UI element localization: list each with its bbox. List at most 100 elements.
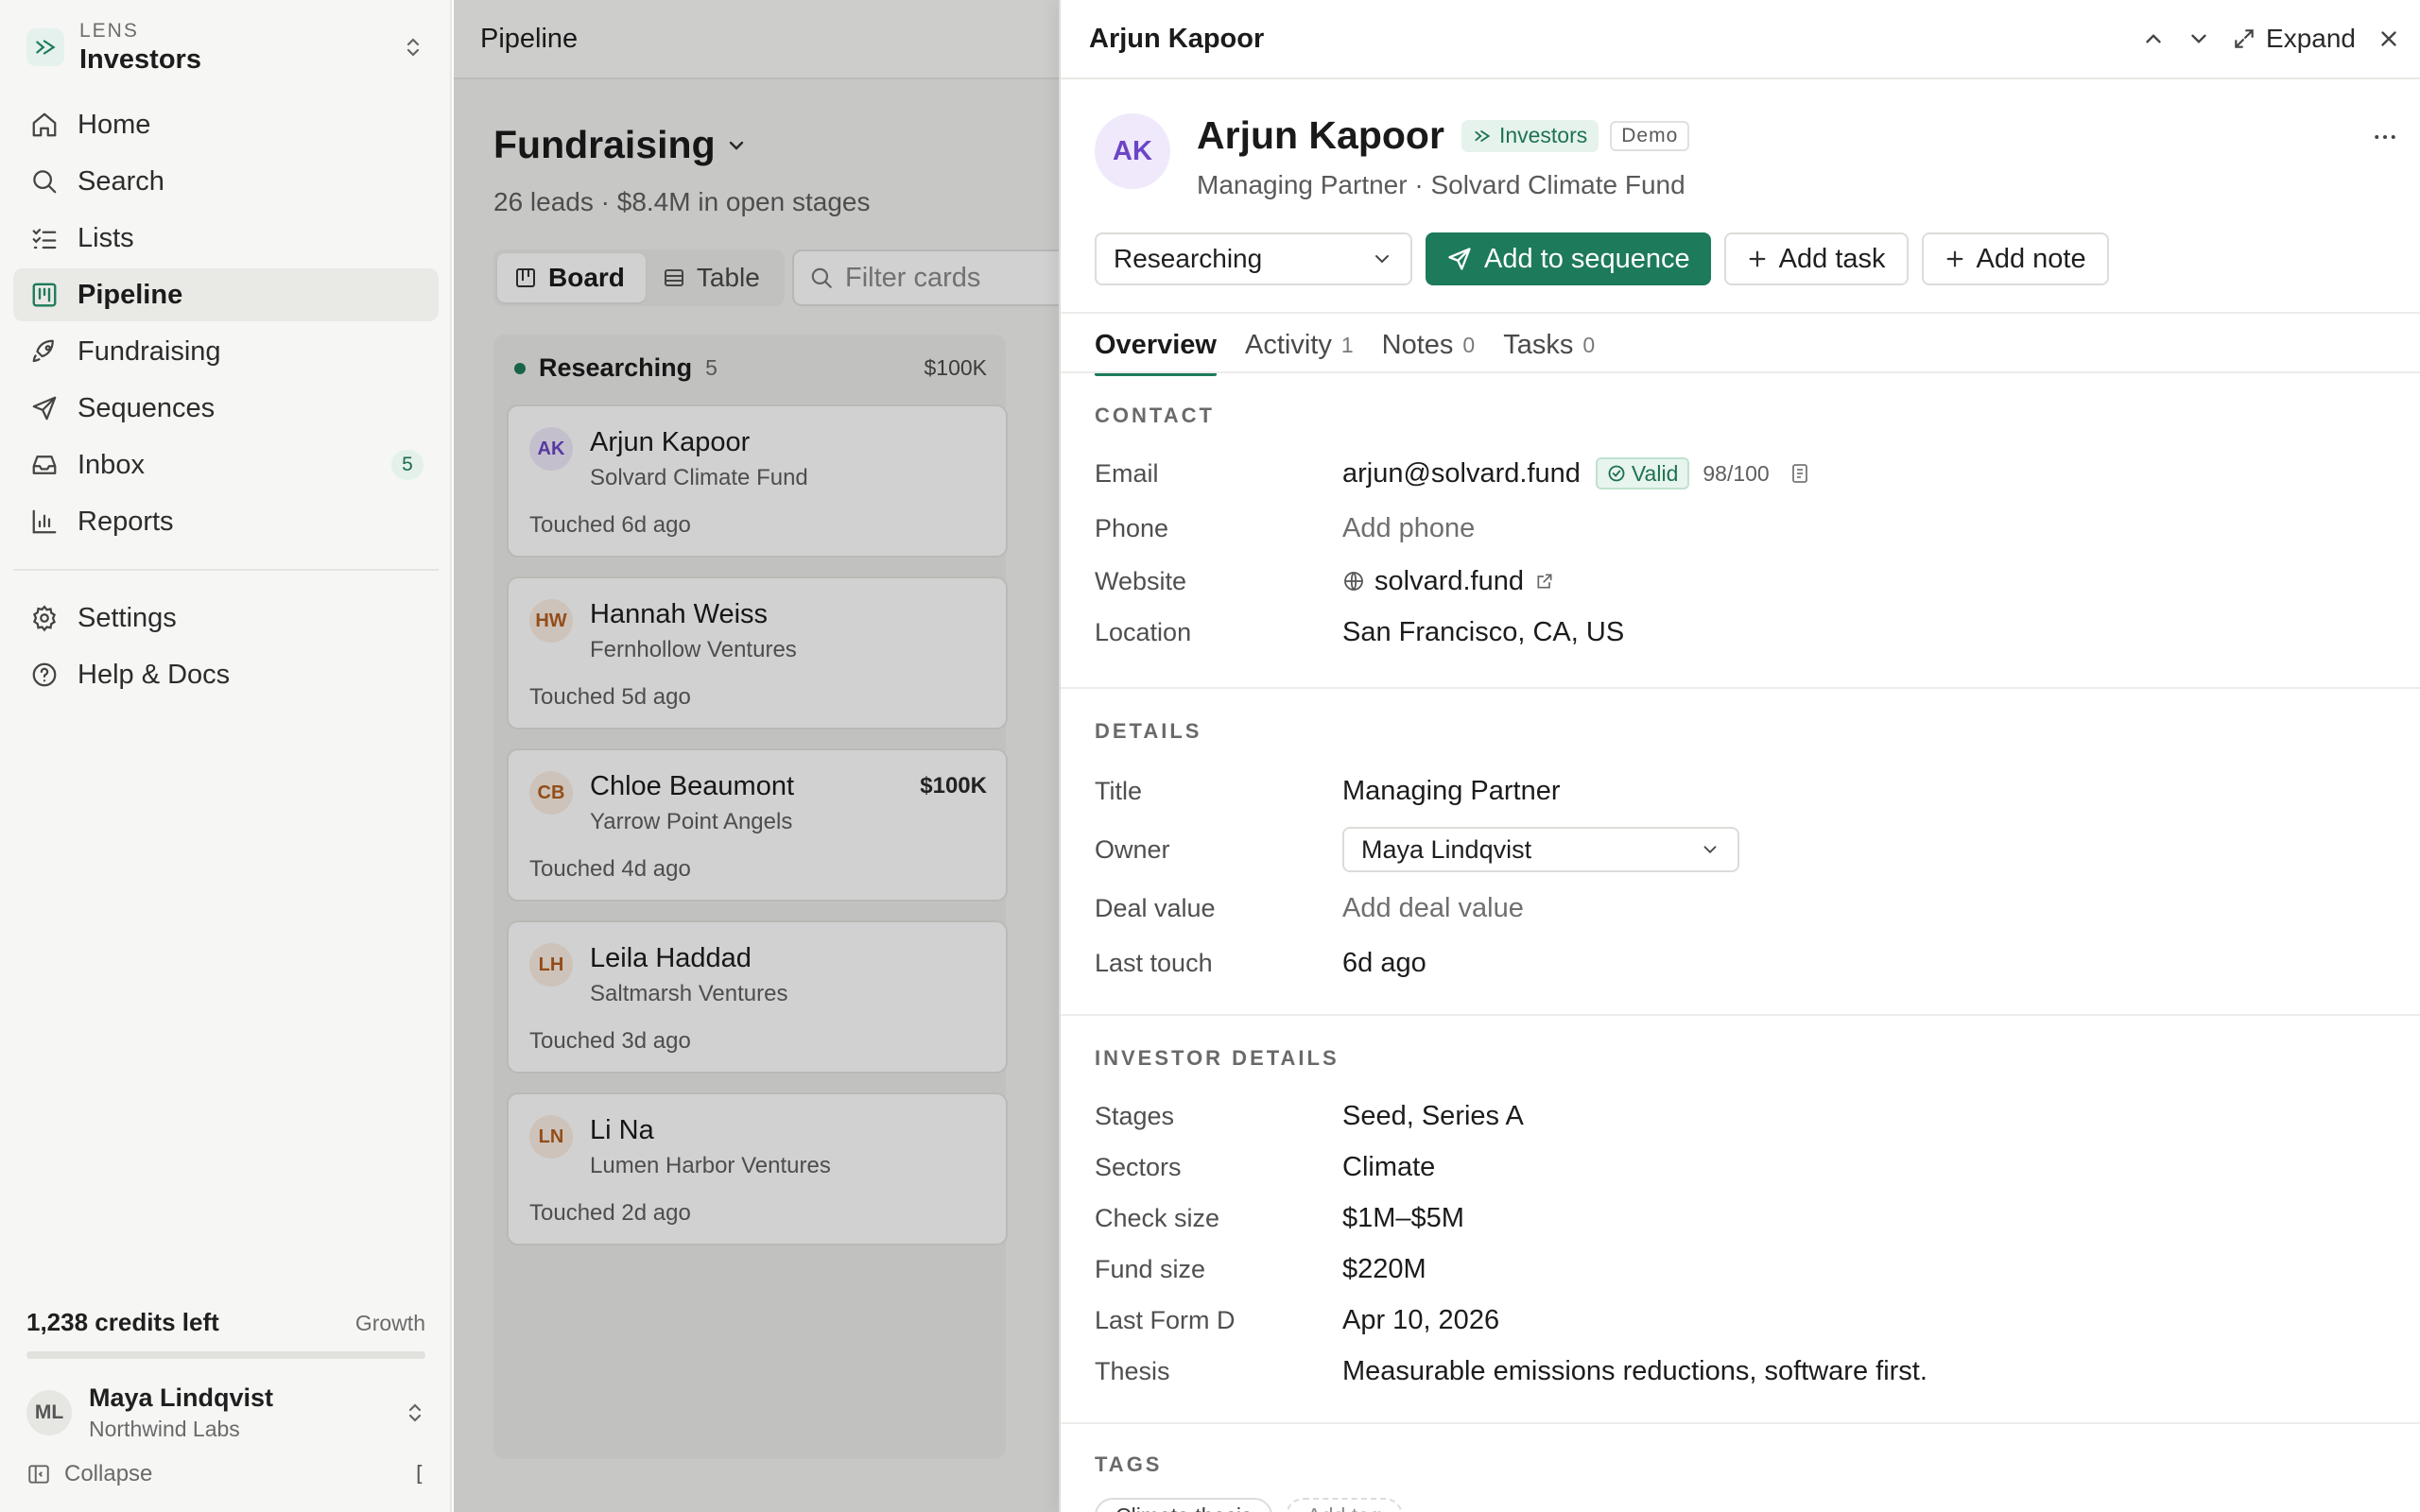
tab-overview[interactable]: Overview bbox=[1095, 316, 1217, 376]
tab-activity[interactable]: Activity 1 bbox=[1245, 316, 1354, 374]
add-task-button[interactable]: Add task bbox=[1723, 232, 1909, 285]
workspace-switcher[interactable]: LENS Investors bbox=[26, 13, 424, 81]
lens-logo-icon bbox=[26, 28, 64, 66]
tag-chip[interactable]: Climate thesis bbox=[1095, 1498, 1273, 1512]
last-touch-row: Last touch 6d ago bbox=[1095, 942, 2399, 984]
title-row: Title Managing Partner bbox=[1095, 770, 2399, 812]
button-label: Add note bbox=[1976, 243, 2086, 274]
email-row: Email arjun@solvard.fund Valid 98/100 bbox=[1095, 453, 2399, 494]
field-value: Apr 10, 2026 bbox=[1342, 1304, 1500, 1335]
sidebar-item-label: Search bbox=[78, 165, 164, 197]
tab-notes[interactable]: Notes 0 bbox=[1382, 316, 1476, 374]
plus-icon bbox=[1747, 249, 1768, 269]
tab-label: Tasks bbox=[1503, 329, 1574, 360]
sidebar-item-label: Sequences bbox=[78, 392, 216, 423]
sidebar-item-settings[interactable]: Settings bbox=[13, 592, 439, 644]
add-deal-value-button[interactable]: Add deal value bbox=[1342, 893, 1524, 924]
external-link-icon[interactable] bbox=[1535, 572, 1554, 591]
field-value: Climate bbox=[1342, 1151, 1436, 1182]
column-name: Researching bbox=[539, 353, 693, 382]
user-menu[interactable]: ML Maya Lindqvist Northwind Labs bbox=[26, 1380, 425, 1446]
card-last-touch: Touched 2d ago bbox=[529, 1200, 691, 1226]
list-chip-investors[interactable]: Investors bbox=[1461, 119, 1599, 152]
copy-icon[interactable] bbox=[1789, 461, 1811, 486]
collapse-sidebar-button[interactable]: Collapse [ bbox=[26, 1461, 425, 1487]
lead-actions: Researching Add to sequence Add task Add… bbox=[1095, 232, 2109, 285]
sidebar-item-sequences[interactable]: Sequences bbox=[13, 382, 439, 435]
panel-header: Arjun Kapoor Expand bbox=[1061, 0, 2420, 79]
tab-count: 1 bbox=[1340, 332, 1354, 357]
chevron-up-down-icon[interactable] bbox=[403, 35, 424, 60]
website-link[interactable]: solvard.fund bbox=[1374, 566, 1524, 597]
sidebar-item-lists[interactable]: Lists bbox=[13, 212, 439, 265]
search-icon bbox=[809, 266, 834, 290]
tab-tasks[interactable]: Tasks 0 bbox=[1503, 316, 1595, 374]
add-to-sequence-button[interactable]: Add to sequence bbox=[1426, 232, 1711, 285]
sidebar-item-label: Inbox bbox=[78, 449, 145, 480]
lead-card[interactable]: LH Leila Haddad Saltmarsh Ventures Touched … bbox=[507, 920, 1008, 1074]
tab-label: Table bbox=[696, 263, 760, 292]
collapse-shortcut: [ bbox=[412, 1462, 425, 1486]
more-options-icon[interactable] bbox=[2371, 123, 2399, 151]
add-phone-button[interactable]: Add phone bbox=[1342, 513, 1475, 544]
lead-card[interactable]: AK Arjun Kapoor Solvard Climate Fund Touche… bbox=[507, 404, 1008, 558]
field-label: Stages bbox=[1095, 1101, 1175, 1130]
avatar: CB bbox=[529, 771, 573, 815]
home-icon bbox=[28, 109, 60, 141]
field-value: Measurable emissions reductions, softwar… bbox=[1342, 1355, 1927, 1386]
previous-button[interactable] bbox=[2141, 26, 2166, 51]
sidebar-item-help[interactable]: Help & Docs bbox=[13, 648, 439, 701]
tab-board[interactable]: Board bbox=[497, 253, 646, 302]
card-org: Solvard Climate Fund bbox=[590, 465, 808, 490]
lead-card[interactable]: LN Li Na Lumen Harbor Ventures Touched 2d a… bbox=[507, 1092, 1008, 1246]
tag-list: Climate thesis Add tag bbox=[1095, 1498, 1416, 1512]
owner-select[interactable]: Maya Lindqvist bbox=[1342, 827, 1739, 872]
field-label: Location bbox=[1095, 617, 1192, 646]
workspace-kicker: LENS bbox=[79, 19, 139, 42]
section-title: INVESTOR DETAILS bbox=[1095, 1046, 1340, 1070]
add-note-button[interactable]: Add note bbox=[1921, 232, 2109, 285]
field-label: Last Form D bbox=[1095, 1305, 1236, 1334]
card-org: Yarrow Point Angels bbox=[590, 809, 793, 834]
list-icon bbox=[28, 222, 60, 254]
inbox-icon bbox=[28, 449, 60, 481]
lead-card[interactable]: HW Hannah Weiss Fernhollow Ventures Touched… bbox=[507, 576, 1008, 730]
stage-select[interactable]: Researching bbox=[1095, 232, 1412, 285]
sidebar-collapse-icon bbox=[26, 1462, 51, 1486]
add-tag-button[interactable]: Add tag bbox=[1286, 1498, 1403, 1512]
chevron-up-down-icon[interactable] bbox=[405, 1400, 425, 1425]
field-label: Phone bbox=[1095, 513, 1169, 542]
lead-card[interactable]: CB Chloe Beaumont Yarrow Point Angels Touch… bbox=[507, 748, 1008, 902]
card-name: Chloe Beaumont bbox=[590, 771, 795, 801]
lead-detail-panel: Arjun Kapoor Expand AK Arjun Kapoor Inve… bbox=[1059, 0, 2420, 1512]
avatar: LH bbox=[529, 943, 573, 987]
field-label: Sectors bbox=[1095, 1152, 1182, 1181]
next-button[interactable] bbox=[2187, 26, 2211, 51]
tab-label: Activity bbox=[1244, 329, 1332, 360]
bar-chart-icon bbox=[28, 506, 60, 538]
tab-table[interactable]: Table bbox=[646, 253, 781, 302]
sidebar-divider bbox=[13, 569, 439, 571]
chevron-down-icon bbox=[1700, 839, 1720, 860]
view-switcher: Board Table bbox=[493, 249, 785, 306]
sidebar-item-reports[interactable]: Reports bbox=[13, 495, 439, 548]
lead-name: Arjun Kapoor bbox=[1197, 113, 1444, 157]
sidebar-item-pipeline[interactable]: Pipeline bbox=[13, 268, 439, 321]
close-icon bbox=[2381, 31, 2396, 46]
avatar: ML bbox=[26, 1390, 72, 1435]
website-row: Website solvard.fund bbox=[1095, 560, 2399, 602]
close-button[interactable] bbox=[2377, 26, 2401, 51]
field-label: Last touch bbox=[1095, 948, 1213, 977]
card-amount: $100K bbox=[920, 773, 987, 799]
divider bbox=[1061, 312, 2420, 314]
location-value: San Francisco, CA, US bbox=[1342, 616, 1625, 647]
sidebar-item-inbox[interactable]: Inbox 5 bbox=[13, 438, 439, 491]
card-name: Hannah Weiss bbox=[590, 599, 769, 629]
sidebar-item-home[interactable]: Home bbox=[13, 98, 439, 151]
email-score: 98/100 bbox=[1703, 460, 1770, 486]
sidebar-item-search[interactable]: Search bbox=[13, 155, 439, 208]
sidebar-item-fundraising[interactable]: Fundraising bbox=[13, 325, 439, 378]
expand-button[interactable]: Expand bbox=[2232, 24, 2356, 54]
email-value[interactable]: arjun@solvard.fund bbox=[1342, 458, 1581, 490]
page-title[interactable]: Fundraising bbox=[493, 123, 748, 167]
